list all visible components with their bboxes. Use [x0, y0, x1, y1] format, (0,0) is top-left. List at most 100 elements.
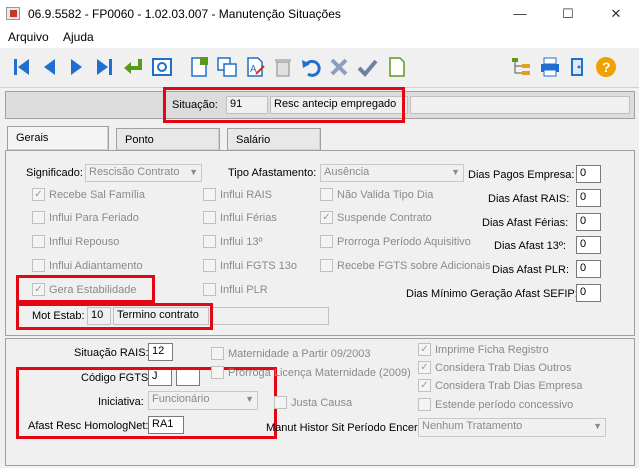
checkbox-label: Prorroga Período Aquisitivo	[337, 235, 471, 248]
checkbox-box	[274, 396, 287, 409]
manut-histor-label: Manut Histor Sit Período Encer:	[266, 422, 421, 434]
copy-icon[interactable]	[215, 55, 239, 79]
checkbox-label: Estende período concessivo	[435, 398, 574, 411]
tab-ponto[interactable]: Ponto	[116, 128, 220, 150]
menu-bar: Arquivo Ajuda	[0, 28, 639, 48]
checkmark-icon: ✓	[320, 211, 333, 224]
checkbox-label: Suspende Contrato	[337, 211, 432, 224]
last-icon[interactable]	[92, 55, 116, 79]
checkbox-box	[320, 235, 333, 248]
checkbox-estende-periodo-concessivo[interactable]: Estende período concessivo	[418, 398, 573, 411]
checkbox-label: Não Valida Tipo Dia	[337, 188, 434, 201]
checkbox-box	[32, 211, 45, 224]
checkbox-label: Maternidade a Partir 09/2003	[228, 347, 371, 360]
checkbox-influi-13[interactable]: Influi 13º	[203, 235, 263, 248]
checkbox-influi-ferias[interactable]: Influi Férias	[203, 211, 277, 224]
checkbox-nao-valida-tipo-dia[interactable]: Não Valida Tipo Dia	[320, 188, 433, 201]
checkbox-influi-plr[interactable]: Influi PLR	[203, 283, 268, 296]
highlight-situacao	[163, 87, 405, 123]
tipo-afastamento-label: Tipo Afastamento:	[228, 167, 317, 179]
tipo-afastamento-value: Ausência	[324, 166, 370, 178]
first-icon[interactable]	[10, 55, 34, 79]
checkbox-prorroga-periodo-aquisitivo[interactable]: Prorroga Período Aquisitivo	[320, 235, 471, 248]
checkbox-label: Justa Causa	[291, 396, 353, 409]
menu-ajuda[interactable]: Ajuda	[63, 30, 94, 44]
checkbox-label: Influi Repouso	[49, 235, 120, 248]
checkbox-label: Influi 13º	[220, 235, 263, 248]
checkbox-label: Influi Férias	[220, 211, 277, 224]
checkbox-influi-repouso[interactable]: Influi Repouso	[32, 235, 119, 248]
tab-gerais[interactable]: Gerais	[7, 126, 109, 150]
significado-label: Significado:	[26, 167, 83, 179]
checkbox-recebe-sal-familia[interactable]: ✓ Recebe Sal Família	[32, 188, 145, 201]
checkbox-imprime-ficha-registro[interactable]: ✓ Imprime Ficha Registro	[418, 343, 549, 356]
significado-value: Rescisão Contrato	[89, 166, 180, 178]
checkbox-influi-rais[interactable]: Influi RAIS	[203, 188, 272, 201]
dias-minimo-sefip-field[interactable]: 0	[576, 284, 601, 302]
checkbox-label: Influi PLR	[220, 283, 268, 296]
checkbox-maternidade-09-2003[interactable]: Maternidade a Partir 09/2003	[211, 347, 370, 360]
dias-afast-ferias-label: Dias Afast Férias:	[482, 217, 569, 229]
checkbox-label: Influi RAIS	[220, 188, 272, 201]
checkbox-box	[320, 259, 333, 272]
dias-afast-rais-field[interactable]: 0	[576, 189, 601, 207]
close-button[interactable]: ✕	[593, 4, 639, 24]
checkbox-influi-adiantamento[interactable]: Influi Adiantamento	[32, 259, 143, 272]
dias-afast-13-field[interactable]: 0	[576, 236, 601, 254]
highlight-mot-estab	[16, 303, 213, 330]
dias-afast-plr-label: Dias Afast PLR:	[492, 264, 570, 276]
help-icon[interactable]: ?	[594, 55, 618, 79]
prev-icon[interactable]	[38, 55, 62, 79]
confirm-icon[interactable]	[355, 55, 379, 79]
menu-arquivo[interactable]: Arquivo	[8, 30, 49, 44]
checkbox-justa-causa[interactable]: Justa Causa	[274, 396, 352, 409]
next-icon[interactable]	[64, 55, 88, 79]
mot-estab-extra-field	[212, 307, 329, 325]
dias-pagos-empresa-label: Dias Pagos Empresa:	[468, 169, 575, 181]
checkbox-box	[418, 398, 431, 411]
checkbox-influi-para-feriado[interactable]: Influi Para Feriado	[32, 211, 139, 224]
tipo-afastamento-select[interactable]: Ausência ▼	[320, 164, 464, 182]
manut-histor-select[interactable]: Nenhum Tratamento ▼	[418, 418, 606, 437]
minimize-button[interactable]: —	[497, 4, 543, 24]
checkbox-label: Recebe Sal Família	[49, 188, 145, 201]
dias-afast-plr-field[interactable]: 0	[576, 260, 601, 278]
dias-minimo-sefip-label: Dias Mínimo Geração Afast SEFIP:	[406, 288, 578, 300]
checkbox-box	[203, 211, 216, 224]
maximize-button[interactable]: ☐	[545, 4, 591, 24]
return-icon[interactable]	[121, 55, 145, 79]
tab-salario[interactable]: Salário	[227, 128, 321, 150]
exit-icon[interactable]	[566, 55, 590, 79]
situacao-rais-label: Situação RAIS:	[74, 347, 149, 359]
dias-afast-ferias-field[interactable]: 0	[576, 213, 601, 231]
dias-afast-rais-label: Dias Afast RAIS:	[488, 193, 570, 205]
delete-icon[interactable]	[271, 55, 295, 79]
blank-icon[interactable]	[385, 55, 409, 79]
dias-pagos-empresa-field[interactable]: 0	[576, 165, 601, 183]
significado-select[interactable]: Rescisão Contrato ▼	[85, 164, 202, 182]
checkbox-recebe-fgts-adicionais[interactable]: Recebe FGTS sobre Adicionais	[320, 259, 490, 272]
edit-icon[interactable]: A	[243, 55, 267, 79]
situacao-rais-field[interactable]: 12	[148, 343, 173, 361]
checkbox-box	[203, 235, 216, 248]
undo-icon[interactable]	[299, 55, 323, 79]
checkbox-box	[32, 235, 45, 248]
preview-icon[interactable]	[150, 55, 174, 79]
chevron-down-icon: ▼	[593, 421, 602, 431]
checkbox-suspende-contrato[interactable]: ✓ Suspende Contrato	[320, 211, 432, 224]
checkbox-box	[211, 366, 224, 379]
svg-text:?: ?	[602, 59, 611, 75]
new-icon[interactable]	[187, 55, 211, 79]
checkbox-prorroga-licenca-maternidade[interactable]: Prorroga Licença Maternidade (2009)	[211, 366, 411, 379]
checkbox-influi-fgts-13o[interactable]: Influi FGTS 13o	[203, 259, 297, 272]
cancel-icon[interactable]	[327, 55, 351, 79]
tree-icon[interactable]	[509, 55, 533, 79]
checkbox-considera-trab-dias-outros[interactable]: ✓ Considera Trab Dias Outros	[418, 361, 571, 374]
checkbox-considera-trab-dias-empresa[interactable]: ✓ Considera Trab Dias Empresa	[418, 379, 582, 392]
checkbox-label: Considera Trab Dias Outros	[435, 361, 572, 374]
checkmark-icon: ✓	[32, 188, 45, 201]
checkbox-box	[203, 188, 216, 201]
print-icon[interactable]	[538, 55, 562, 79]
checkbox-label: Prorroga Licença Maternidade (2009)	[228, 366, 411, 379]
checkmark-icon: ✓	[418, 361, 431, 374]
